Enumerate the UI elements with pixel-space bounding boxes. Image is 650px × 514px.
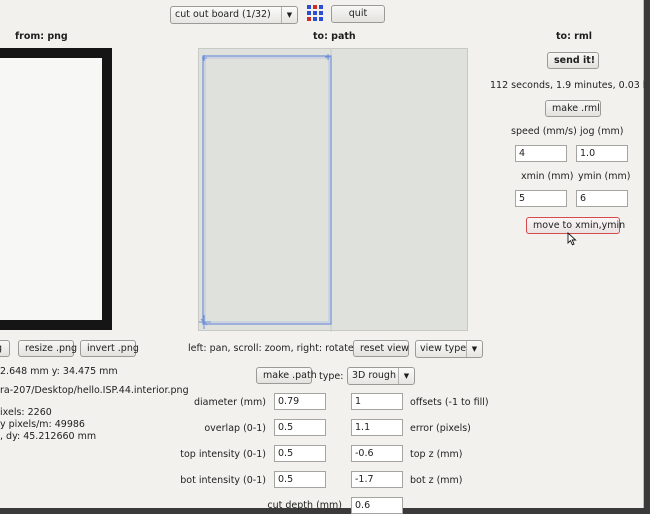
resize-png-button[interactable]: resize .png bbox=[18, 340, 77, 357]
view-type-value: view type bbox=[420, 343, 467, 354]
path-type-value: 3D rough bbox=[352, 370, 396, 381]
ymin-input[interactable]: 6 bbox=[576, 190, 628, 207]
time-estimate: 112 seconds, 1.9 minutes, 0.03 hours bbox=[490, 80, 644, 91]
quit-button[interactable]: quit bbox=[331, 5, 385, 23]
partial-png-button[interactable]: g bbox=[0, 340, 10, 357]
view-hint: left: pan, scroll: zoom, right: rotate bbox=[188, 343, 354, 354]
reset-view-button[interactable]: reset view bbox=[353, 340, 409, 357]
speed-label: speed (mm/s) bbox=[511, 126, 577, 137]
process-select-value: cut out board (1/32) bbox=[175, 9, 271, 20]
png-pixels-info: ixels: 2260 bbox=[0, 407, 52, 418]
make-rml-button[interactable]: make .rml bbox=[545, 100, 601, 117]
chevron-down-icon: ▼ bbox=[398, 368, 414, 384]
speed-input[interactable]: 4 bbox=[515, 145, 567, 162]
param-label: offsets (-1 to fill) bbox=[410, 397, 489, 408]
rml-column-header: to: rml bbox=[556, 31, 593, 42]
make-path-button[interactable]: make .path bbox=[256, 367, 317, 384]
type-label: type: bbox=[319, 371, 344, 382]
cut-depth-label: cut depth (mm) bbox=[267, 500, 342, 511]
cut-depth-input[interactable]: 0.6 bbox=[351, 497, 403, 514]
send-it-button[interactable]: send it! bbox=[547, 52, 599, 69]
param-input[interactable]: 0.5 bbox=[274, 419, 326, 436]
path-column-header: to: path bbox=[313, 31, 356, 42]
param-label: diameter (mm) bbox=[193, 397, 266, 408]
param-input[interactable]: 0.5 bbox=[274, 445, 326, 462]
path-type-select[interactable]: 3D rough ▼ bbox=[347, 367, 415, 385]
jog-input[interactable]: 1.0 bbox=[576, 145, 628, 162]
param-label: error (pixels) bbox=[410, 423, 471, 434]
param-label: top intensity (0-1) bbox=[180, 449, 266, 460]
png-ppm-info: y pixels/m: 49986 bbox=[0, 419, 85, 430]
param-label: overlap (0-1) bbox=[204, 423, 266, 434]
png-preview bbox=[0, 48, 112, 330]
param-input[interactable]: -0.6 bbox=[351, 445, 403, 462]
mods-window: cut out board (1/32) ▼ quit from: png to… bbox=[0, 0, 644, 514]
param-input[interactable]: 0.5 bbox=[274, 471, 326, 488]
chevron-down-icon: ▼ bbox=[466, 341, 482, 357]
param-label: bot intensity (0-1) bbox=[180, 475, 266, 486]
param-input[interactable]: 0.79 bbox=[274, 393, 326, 410]
param-input[interactable]: 1 bbox=[351, 393, 403, 410]
png-column-header: from: png bbox=[15, 31, 68, 42]
invert-png-button[interactable]: invert .png bbox=[80, 340, 139, 357]
png-size-info: 2.648 mm y: 34.475 mm bbox=[0, 366, 118, 377]
grid-icon[interactable] bbox=[306, 4, 324, 22]
param-label: bot z (mm) bbox=[410, 475, 463, 486]
ymin-label: ymin (mm) bbox=[578, 171, 631, 182]
png-file-path: ra-207/Desktop/hello.ISP.44.interior.png bbox=[0, 385, 189, 396]
param-label: top z (mm) bbox=[410, 449, 463, 460]
mouse-cursor-icon bbox=[567, 232, 577, 246]
xmin-input[interactable]: 5 bbox=[515, 190, 567, 207]
xmin-label: xmin (mm) bbox=[521, 171, 574, 182]
jog-label: jog (mm) bbox=[580, 126, 624, 137]
toolpath-outline bbox=[199, 49, 332, 332]
png-dy-info: , dy: 45.212660 mm bbox=[0, 431, 97, 442]
param-input[interactable]: -1.7 bbox=[351, 471, 403, 488]
chevron-down-icon: ▼ bbox=[281, 7, 297, 23]
view-type-select[interactable]: view type ▼ bbox=[415, 340, 483, 358]
path-canvas[interactable] bbox=[198, 48, 468, 332]
png-preview-image bbox=[0, 58, 102, 320]
param-input[interactable]: 1.1 bbox=[351, 419, 403, 436]
process-select[interactable]: cut out board (1/32) ▼ bbox=[170, 6, 298, 24]
